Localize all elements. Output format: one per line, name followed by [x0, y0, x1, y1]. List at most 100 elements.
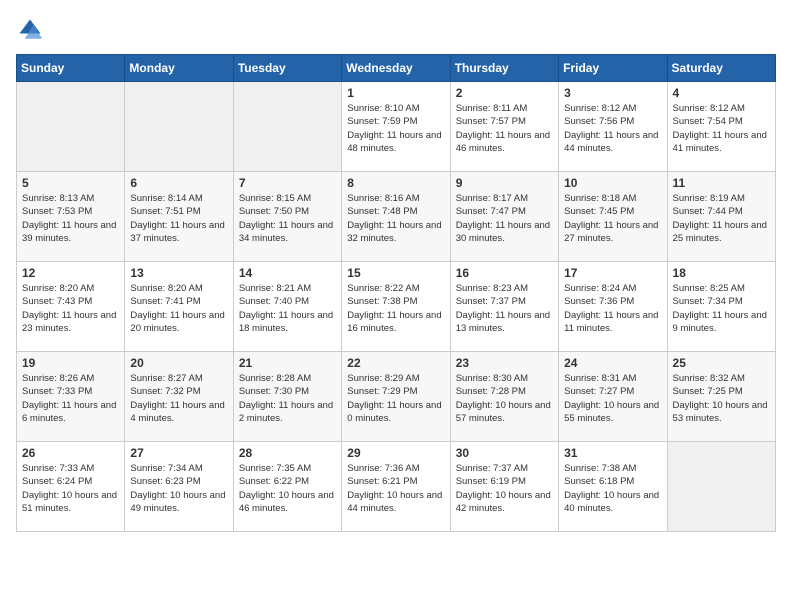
day-number: 25 — [673, 356, 770, 370]
calendar-cell: 2Sunrise: 8:11 AM Sunset: 7:57 PM Daylig… — [450, 82, 558, 172]
calendar-cell: 25 Sunrise: 8:32 AM Sunset: 7:25 PM Dayli… — [667, 352, 775, 442]
day-info: Sunrise: 8:14 AM Sunset: 7:51 PM Dayligh… — [130, 192, 227, 245]
day-number: 9 — [456, 176, 553, 190]
day-info: Sunrise: 7:34 AM Sunset: 6:23 PM Dayligh… — [130, 462, 227, 515]
day-number: 30 — [456, 446, 553, 460]
day-number: 15 — [347, 266, 444, 280]
calendar-cell — [233, 82, 341, 172]
day-number: 26 — [22, 446, 119, 460]
calendar-week-row: 12Sunrise: 8:20 AM Sunset: 7:43 PM Dayli… — [17, 262, 776, 352]
day-number: 16 — [456, 266, 553, 280]
calendar-cell: 6 Sunrise: 8:14 AM Sunset: 7:51 PM Daylig… — [125, 172, 233, 262]
day-info: Sunrise: 8:12 AM Sunset: 7:56 PM Dayligh… — [564, 102, 661, 155]
calendar-cell: 12Sunrise: 8:20 AM Sunset: 7:43 PM Dayli… — [17, 262, 125, 352]
day-info: Sunrise: 8:18 AM Sunset: 7:45 PM Dayligh… — [564, 192, 661, 245]
header-day-monday: Monday — [125, 55, 233, 82]
day-number: 5 — [22, 176, 119, 190]
day-info: Sunrise: 8:13 AM Sunset: 7:53 PM Dayligh… — [22, 192, 119, 245]
calendar-cell: 1 Sunrise: 8:10 AM Sunset: 7:59 PM Daylig… — [342, 82, 450, 172]
day-number: 22 — [347, 356, 444, 370]
day-info: Sunrise: 8:22 AM Sunset: 7:38 PM Dayligh… — [347, 282, 444, 335]
calendar-cell — [667, 442, 775, 532]
day-number: 10 — [564, 176, 661, 190]
calendar-cell: 28 Sunrise: 7:35 AM Sunset: 6:22 PM Dayli… — [233, 442, 341, 532]
day-info: Sunrise: 8:25 AM Sunset: 7:34 PM Dayligh… — [673, 282, 770, 335]
calendar-week-row: 5 Sunrise: 8:13 AM Sunset: 7:53 PM Daylig… — [17, 172, 776, 262]
day-info: Sunrise: 7:36 AM Sunset: 6:21 PM Dayligh… — [347, 462, 444, 515]
header-day-saturday: Saturday — [667, 55, 775, 82]
day-number: 18 — [673, 266, 770, 280]
page-header — [16, 16, 776, 44]
calendar-cell: 22Sunrise: 8:29 AM Sunset: 7:29 PM Dayli… — [342, 352, 450, 442]
day-info: Sunrise: 8:23 AM Sunset: 7:37 PM Dayligh… — [456, 282, 553, 335]
day-info: Sunrise: 8:24 AM Sunset: 7:36 PM Dayligh… — [564, 282, 661, 335]
header-day-sunday: Sunday — [17, 55, 125, 82]
calendar-cell — [125, 82, 233, 172]
calendar-cell: 16 Sunrise: 8:23 AM Sunset: 7:37 PM Dayli… — [450, 262, 558, 352]
calendar-cell: 18 Sunrise: 8:25 AM Sunset: 7:34 PM Dayli… — [667, 262, 775, 352]
calendar-cell: 20 Sunrise: 8:27 AM Sunset: 7:32 PM Dayli… — [125, 352, 233, 442]
day-number: 6 — [130, 176, 227, 190]
day-info: Sunrise: 7:35 AM Sunset: 6:22 PM Dayligh… — [239, 462, 336, 515]
day-number: 2 — [456, 86, 553, 100]
calendar-table: SundayMondayTuesdayWednesdayThursdayFrid… — [16, 54, 776, 532]
calendar-cell: 31Sunrise: 7:38 AM Sunset: 6:18 PM Dayli… — [559, 442, 667, 532]
day-number: 21 — [239, 356, 336, 370]
day-number: 11 — [673, 176, 770, 190]
day-number: 1 — [347, 86, 444, 100]
logo-icon — [16, 16, 44, 44]
day-info: Sunrise: 8:30 AM Sunset: 7:28 PM Dayligh… — [456, 372, 553, 425]
calendar-cell: 29 Sunrise: 7:36 AM Sunset: 6:21 PM Dayli… — [342, 442, 450, 532]
day-info: Sunrise: 8:28 AM Sunset: 7:30 PM Dayligh… — [239, 372, 336, 425]
day-number: 4 — [673, 86, 770, 100]
day-info: Sunrise: 8:21 AM Sunset: 7:40 PM Dayligh… — [239, 282, 336, 335]
day-number: 3 — [564, 86, 661, 100]
day-number: 23 — [456, 356, 553, 370]
calendar-week-row: 1 Sunrise: 8:10 AM Sunset: 7:59 PM Daylig… — [17, 82, 776, 172]
calendar-cell: 27 Sunrise: 7:34 AM Sunset: 6:23 PM Dayli… — [125, 442, 233, 532]
calendar-cell: 4Sunrise: 8:12 AM Sunset: 7:54 PM Daylig… — [667, 82, 775, 172]
calendar-cell: 8 Sunrise: 8:16 AM Sunset: 7:48 PM Daylig… — [342, 172, 450, 262]
calendar-cell: 21 Sunrise: 8:28 AM Sunset: 7:30 PM Dayli… — [233, 352, 341, 442]
day-number: 29 — [347, 446, 444, 460]
calendar-cell: 15 Sunrise: 8:22 AM Sunset: 7:38 PM Dayli… — [342, 262, 450, 352]
day-info: Sunrise: 7:33 AM Sunset: 6:24 PM Dayligh… — [22, 462, 119, 515]
day-number: 27 — [130, 446, 227, 460]
day-info: Sunrise: 8:20 AM Sunset: 7:41 PM Dayligh… — [130, 282, 227, 335]
calendar-week-row: 19 Sunrise: 8:26 AM Sunset: 7:33 PM Dayli… — [17, 352, 776, 442]
day-info: Sunrise: 8:16 AM Sunset: 7:48 PM Dayligh… — [347, 192, 444, 245]
day-info: Sunrise: 7:38 AM Sunset: 6:18 PM Dayligh… — [564, 462, 661, 515]
day-number: 24 — [564, 356, 661, 370]
day-info: Sunrise: 8:17 AM Sunset: 7:47 PM Dayligh… — [456, 192, 553, 245]
day-info: Sunrise: 8:19 AM Sunset: 7:44 PM Dayligh… — [673, 192, 770, 245]
day-number: 28 — [239, 446, 336, 460]
day-info: Sunrise: 8:31 AM Sunset: 7:27 PM Dayligh… — [564, 372, 661, 425]
day-info: Sunrise: 8:10 AM Sunset: 7:59 PM Dayligh… — [347, 102, 444, 155]
day-number: 19 — [22, 356, 119, 370]
day-info: Sunrise: 8:27 AM Sunset: 7:32 PM Dayligh… — [130, 372, 227, 425]
calendar-cell: 24 Sunrise: 8:31 AM Sunset: 7:27 PM Dayli… — [559, 352, 667, 442]
calendar-header-row: SundayMondayTuesdayWednesdayThursdayFrid… — [17, 55, 776, 82]
day-number: 17 — [564, 266, 661, 280]
calendar-cell: 9 Sunrise: 8:17 AM Sunset: 7:47 PM Daylig… — [450, 172, 558, 262]
calendar-cell: 5 Sunrise: 8:13 AM Sunset: 7:53 PM Daylig… — [17, 172, 125, 262]
calendar-cell: 17 Sunrise: 8:24 AM Sunset: 7:36 PM Dayli… — [559, 262, 667, 352]
calendar-cell: 23 Sunrise: 8:30 AM Sunset: 7:28 PM Dayli… — [450, 352, 558, 442]
calendar-cell: 26 Sunrise: 7:33 AM Sunset: 6:24 PM Dayli… — [17, 442, 125, 532]
day-info: Sunrise: 8:32 AM Sunset: 7:25 PM Dayligh… — [673, 372, 770, 425]
calendar-cell: 30 Sunrise: 7:37 AM Sunset: 6:19 PM Dayli… — [450, 442, 558, 532]
calendar-cell: 13Sunrise: 8:20 AM Sunset: 7:41 PM Dayli… — [125, 262, 233, 352]
day-info: Sunrise: 8:26 AM Sunset: 7:33 PM Dayligh… — [22, 372, 119, 425]
calendar-cell: 19 Sunrise: 8:26 AM Sunset: 7:33 PM Dayli… — [17, 352, 125, 442]
day-number: 14 — [239, 266, 336, 280]
day-number: 8 — [347, 176, 444, 190]
day-info: Sunrise: 7:37 AM Sunset: 6:19 PM Dayligh… — [456, 462, 553, 515]
header-day-tuesday: Tuesday — [233, 55, 341, 82]
day-number: 20 — [130, 356, 227, 370]
header-day-friday: Friday — [559, 55, 667, 82]
calendar-week-row: 26 Sunrise: 7:33 AM Sunset: 6:24 PM Dayli… — [17, 442, 776, 532]
day-number: 7 — [239, 176, 336, 190]
logo — [16, 16, 48, 44]
header-day-thursday: Thursday — [450, 55, 558, 82]
calendar-cell: 14 Sunrise: 8:21 AM Sunset: 7:40 PM Dayli… — [233, 262, 341, 352]
